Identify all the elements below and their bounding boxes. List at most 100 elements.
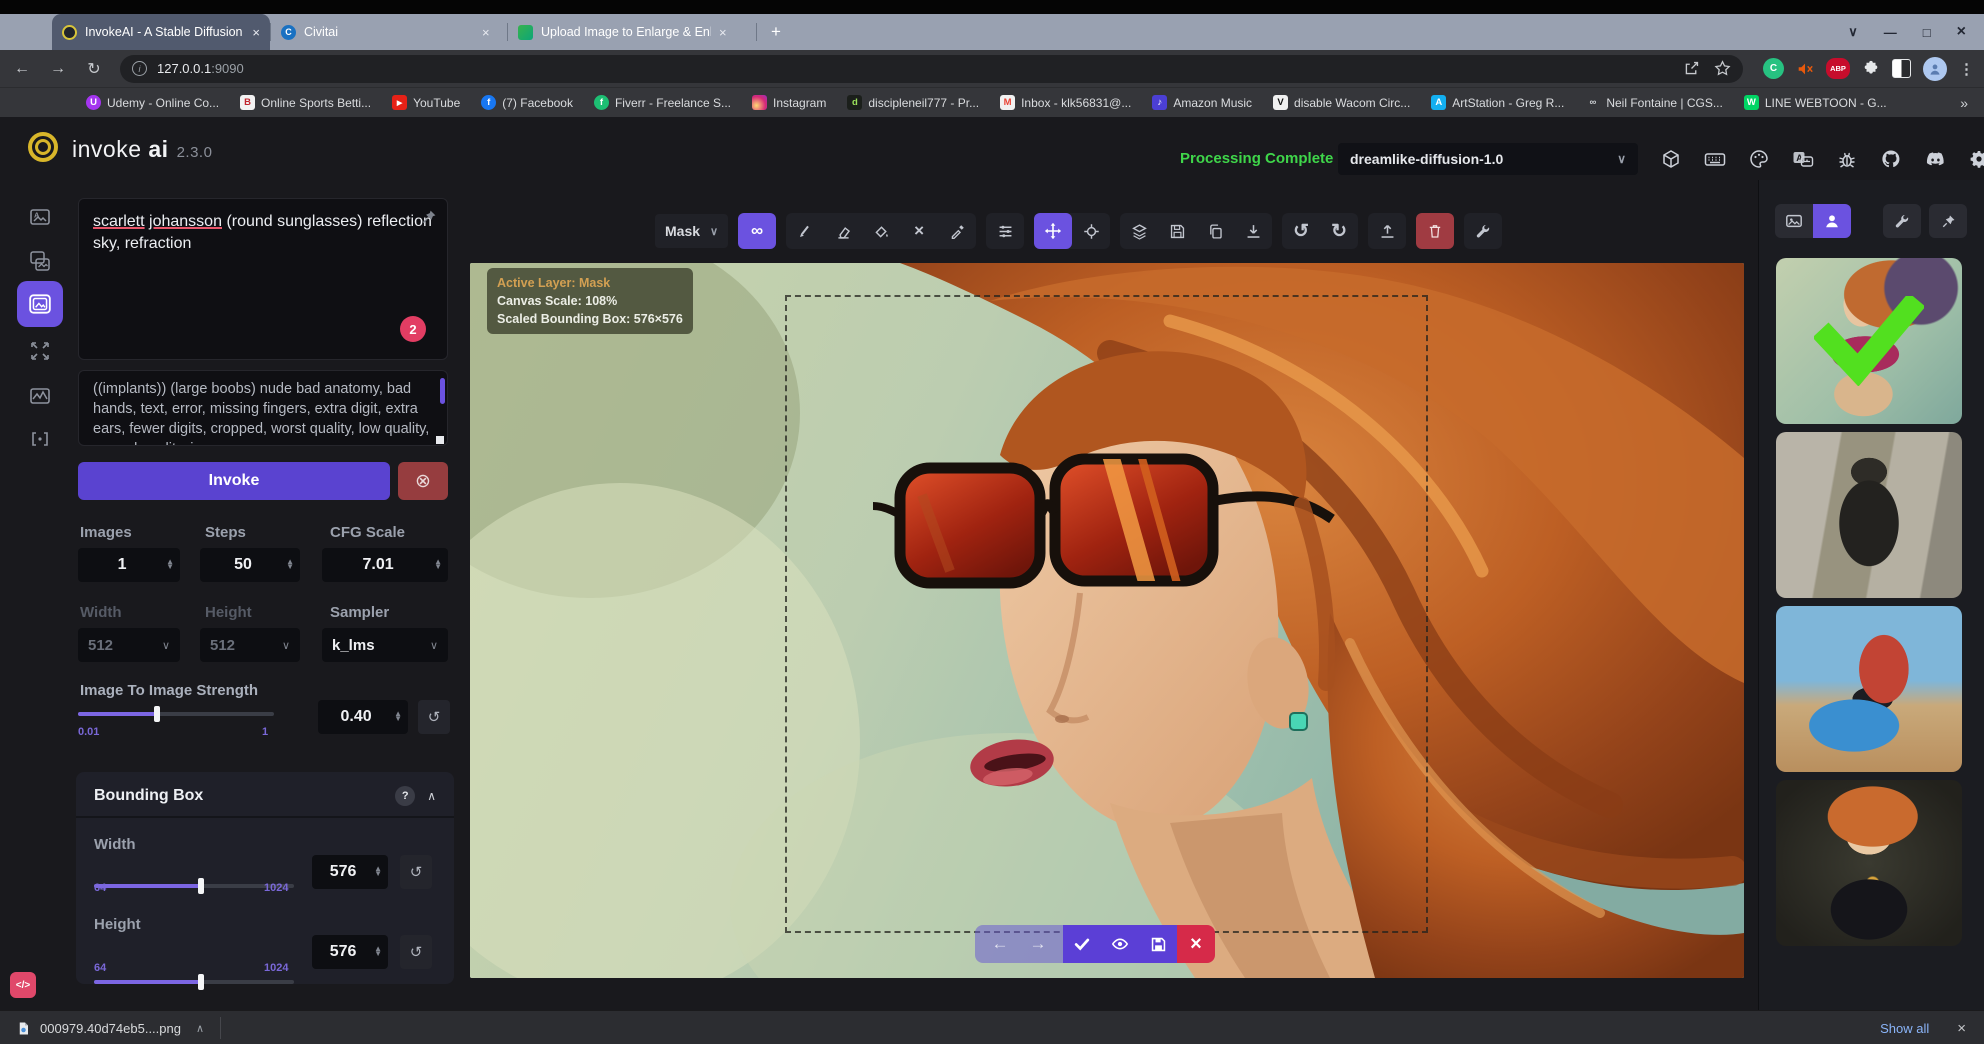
gallery-results-button[interactable] <box>1775 204 1813 238</box>
bookmark-item[interactable]: Vdisable Wacom Circ... <box>1273 95 1410 110</box>
bookmark-item[interactable]: WLINE WEBTOON - G... <box>1744 95 1887 110</box>
copy-to-clipboard-button[interactable] <box>1196 213 1234 249</box>
browser-tab-civitai[interactable]: C Civitai × <box>271 14 507 50</box>
bookmark-item[interactable]: AArtStation - Greg R... <box>1431 95 1564 110</box>
speaker-muted-icon[interactable] <box>1796 60 1814 78</box>
language-icon[interactable]: A <box>1788 143 1818 175</box>
save-to-gallery-button[interactable] <box>1158 213 1196 249</box>
tab-postprocessing[interactable] <box>17 375 63 417</box>
back-icon[interactable]: ← <box>8 55 36 83</box>
bookmark-item[interactable]: ddiscipleneil777 - Pr... <box>847 95 979 110</box>
tab-close-icon[interactable]: × <box>719 25 727 40</box>
brush-tool-button[interactable] <box>786 213 824 249</box>
download-item[interactable]: 000979.40d74eb5....png ∧ <box>0 1011 220 1044</box>
bbox-height-input[interactable]: 576 ▲▼ <box>312 935 388 969</box>
steps-input[interactable]: 50 ▲▼ <box>200 548 300 582</box>
tab-close-icon[interactable]: × <box>252 25 260 40</box>
bbox-height-slider[interactable] <box>94 974 294 990</box>
theme-palette-icon[interactable] <box>1744 143 1774 175</box>
address-bar[interactable]: i 127.0.0.1:9090 <box>120 55 1743 83</box>
bookmarks-overflow-icon[interactable]: » <box>1960 95 1968 111</box>
bookmark-item[interactable]: f(7) Facebook <box>481 95 573 110</box>
gallery-user-button[interactable] <box>1813 204 1851 238</box>
fill-bounding-box-button[interactable] <box>862 213 900 249</box>
bug-report-icon[interactable] <box>1832 143 1862 175</box>
move-tool-button[interactable] <box>1034 213 1072 249</box>
chevron-up-icon[interactable]: ∧ <box>196 1022 204 1035</box>
dark-reader-icon[interactable] <box>1892 59 1911 78</box>
brush-options-button[interactable] <box>986 213 1024 249</box>
close-icon[interactable]: × <box>1957 23 1966 41</box>
profile-avatar[interactable] <box>1923 57 1947 81</box>
stepper-arrows[interactable]: ▲▼ <box>394 712 402 722</box>
browser-tab-invokeai[interactable]: InvokeAI - A Stable Diffusion Too × <box>52 14 270 50</box>
tab-text-to-image[interactable]: A <box>17 196 63 238</box>
browser-tab-upload[interactable]: Upload Image to Enlarge & Enh × <box>508 14 756 50</box>
extensions-puzzle-icon[interactable] <box>1862 60 1880 78</box>
site-info-icon[interactable]: i <box>132 61 147 76</box>
strength-reset-button[interactable]: ↺ <box>418 700 450 734</box>
gallery-thumbnail[interactable] <box>1776 432 1962 598</box>
tab-training[interactable] <box>17 418 63 460</box>
undo-button[interactable]: ↺ <box>1282 213 1320 249</box>
gallery-thumbnail-selected[interactable] <box>1776 258 1962 424</box>
negative-prompt-input[interactable]: ((implants)) (large boobs) nude bad anat… <box>78 370 448 446</box>
bookmark-item[interactable]: ▶YouTube <box>392 95 460 110</box>
unified-canvas[interactable]: ← → × <box>470 263 1744 978</box>
bookmark-item[interactable]: MInbox - klk56831@... <box>1000 95 1131 110</box>
height-select[interactable]: 512 ∨ <box>200 628 300 662</box>
reset-view-button[interactable] <box>1072 213 1110 249</box>
preview-eye-button[interactable] <box>1101 926 1139 962</box>
model-manager-icon[interactable] <box>1656 143 1686 175</box>
resize-handle[interactable] <box>436 436 444 444</box>
tab-nodes[interactable] <box>17 330 63 372</box>
tab-unified-canvas[interactable] <box>17 281 63 327</box>
layer-select[interactable]: Mask ∨ <box>655 214 728 248</box>
collapse-chevron-icon[interactable]: ∧ <box>427 789 436 803</box>
bookmark-item[interactable]: ♪Amazon Music <box>1152 95 1252 110</box>
clear-canvas-button[interactable] <box>1416 213 1454 249</box>
window-menu-icon[interactable]: ∨ <box>1848 24 1858 40</box>
negative-prompt-scrollbar[interactable] <box>440 378 445 404</box>
bookmark-item[interactable]: UUdemy - Online Co... <box>86 95 219 110</box>
color-picker-button[interactable] <box>938 213 976 249</box>
redo-button[interactable]: ↻ <box>1320 213 1358 249</box>
merge-visible-button[interactable] <box>1120 213 1158 249</box>
download-image-button[interactable] <box>1234 213 1272 249</box>
model-select[interactable]: dreamlike-diffusion-1.0 ∨ <box>1338 143 1638 175</box>
settings-gear-icon[interactable] <box>1964 143 1984 175</box>
bookmark-item[interactable]: BOnline Sports Betti... <box>240 95 371 110</box>
restore-icon[interactable]: □ <box>1923 25 1931 40</box>
canvas-bounding-box[interactable] <box>785 295 1428 933</box>
minimize-icon[interactable]: — <box>1884 25 1897 40</box>
help-icon[interactable]: ? <box>395 786 415 806</box>
previous-image-icon[interactable]: ← <box>981 926 1019 962</box>
width-select[interactable]: 512 ∨ <box>78 628 180 662</box>
bookmark-star-icon[interactable] <box>1714 60 1731 77</box>
browser-menu-icon[interactable]: ⋮ <box>1959 60 1974 78</box>
github-icon[interactable] <box>1876 143 1906 175</box>
tab-image-to-image[interactable] <box>17 240 63 282</box>
invoke-button[interactable]: Invoke <box>78 462 390 500</box>
downloads-close-icon[interactable]: × <box>1957 1020 1966 1037</box>
bbox-width-input[interactable]: 576 ▲▼ <box>312 855 388 889</box>
gallery-thumbnail[interactable] <box>1776 780 1962 946</box>
forward-icon[interactable]: → <box>44 55 72 83</box>
images-input[interactable]: 1 ▲▼ <box>78 548 180 582</box>
stepper-arrows[interactable]: ▲▼ <box>374 947 382 957</box>
bookmark-item[interactable]: fFiverr - Freelance S... <box>594 95 731 110</box>
cfg-input[interactable]: 7.01 ▲▼ <box>322 548 448 582</box>
stepper-arrows[interactable]: ▲▼ <box>166 560 174 570</box>
pin-icon[interactable] <box>421 209 437 225</box>
erase-bounding-box-button[interactable]: × <box>900 213 938 249</box>
stepper-arrows[interactable]: ▲▼ <box>374 867 382 877</box>
new-tab-button[interactable]: + <box>757 14 795 50</box>
show-all-link[interactable]: Show all <box>1880 1021 1929 1036</box>
upload-image-button[interactable] <box>1368 213 1406 249</box>
bbox-height-reset-button[interactable]: ↺ <box>400 935 432 969</box>
gallery-pin-button[interactable] <box>1929 204 1967 238</box>
gallery-settings-button[interactable] <box>1883 204 1921 238</box>
bookmark-item[interactable]: Instagram <box>752 95 826 110</box>
share-icon[interactable] <box>1683 60 1700 77</box>
discord-icon[interactable] <box>1920 143 1950 175</box>
